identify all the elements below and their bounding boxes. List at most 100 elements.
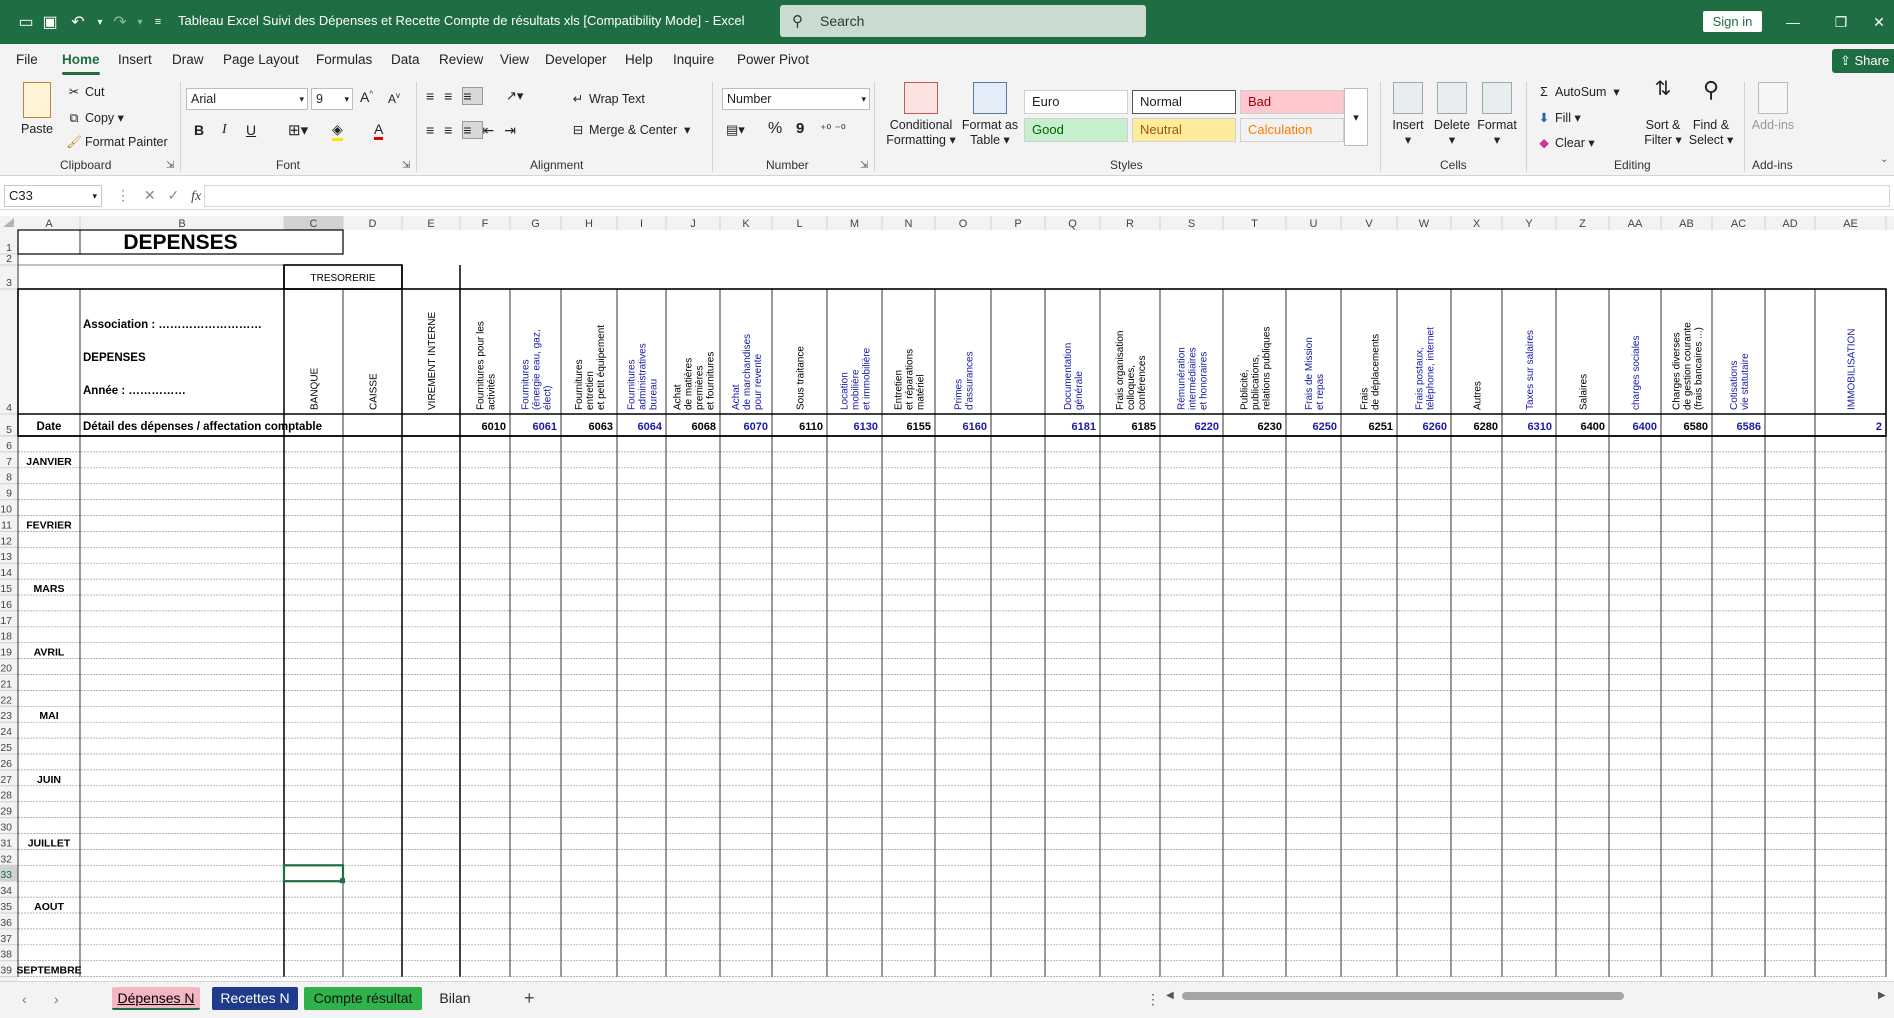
sign-in-button[interactable]: Sign in [1703,11,1762,32]
decimal-buttons-icon[interactable]: ⁺⁰ ⁻⁰ [820,122,846,136]
tab-scroll-splitter-icon[interactable]: ⋮ [1146,991,1160,1008]
cell-style-bad[interactable]: Bad [1240,90,1344,114]
add-ins-button[interactable]: Add-ins [1750,82,1796,133]
column-header-y: Y [1525,218,1533,230]
formula-input[interactable] [204,185,1890,207]
autosave-icon[interactable]: ▭ [14,10,38,34]
worksheet-grid[interactable]: A B C D E F G H I J K L M N O P Q R S T U V W X Y Z AA AB AC AD AE 1 2 3 4… [0,216,1894,981]
scroll-left-icon[interactable]: ◀ [1166,990,1174,1001]
tab-developer[interactable]: Developer [545,52,607,67]
format-cells-button[interactable]: Format ▾ [1476,82,1518,148]
search-box[interactable]: ⚲ Search [780,5,1146,37]
tab-insert[interactable]: Insert [118,52,152,67]
sort-filter-button[interactable]: ⇅ Sort & Filter ▾ [1640,79,1686,148]
tab-file[interactable]: File [16,52,38,67]
comma-button[interactable]: 9 [796,120,804,137]
grid-canvas[interactable]: A B C D E F G H I J K L M N O P Q R S T U V W X Y Z AA AB AC AD AE1234… [0,216,1894,981]
accounting-format-icon[interactable]: ▤▾ [726,122,745,138]
conditional-formatting-button[interactable]: Conditional Formatting ▾ [884,82,958,148]
font-color-icon[interactable]: A [374,121,384,140]
sheet-tab-compte-r-sultat[interactable]: Compte résultat [304,987,422,1010]
confirm-formula-icon[interactable]: ✓ [168,187,180,203]
category-header-s: intermédiaires [1188,347,1199,410]
customize-qat-icon[interactable]: ≡ [146,10,170,34]
fill-handle[interactable] [340,878,345,884]
tab-data[interactable]: Data [391,52,420,67]
font-launcher-icon[interactable]: ⇲ [402,160,410,171]
styles-more-icon[interactable]: ▾ [1344,88,1368,146]
fill-color-icon[interactable]: ◈ [332,121,343,141]
insert-cells-button[interactable]: Insert ▾ [1388,82,1428,148]
row-header-29: 29 [0,806,12,818]
column-header-m: M [850,218,859,230]
row-header-21: 21 [0,678,12,690]
save-icon[interactable]: ▣ [38,10,62,34]
delete-cells-button[interactable]: Delete ▾ [1432,82,1472,148]
minimize-icon[interactable]: — [1778,10,1808,34]
font-size-select[interactable]: 9 ▾ [311,88,353,110]
fill-button[interactable]: ⬇ Fill ▾ [1536,110,1581,125]
selected-cell[interactable] [282,864,345,883]
month-label-avril: AVRIL [34,647,65,659]
insert-function-icon[interactable]: fx [191,189,201,204]
wrap-text-label: Wrap Text [589,92,645,106]
italic-button[interactable]: I [222,122,227,138]
restore-icon[interactable]: ❐ [1826,10,1856,34]
clear-button[interactable]: ◆ Clear ▾ [1536,135,1594,150]
tresorerie-label: TRESORERIE [310,273,375,284]
cell-style-neutral[interactable]: Neutral [1132,118,1236,142]
tab-formulas[interactable]: Formulas [316,52,372,67]
horizontal-scrollbar-thumb[interactable] [1182,992,1624,1000]
autosum-button[interactable]: Σ AutoSum ▾ [1536,84,1620,99]
tab-view[interactable]: View [500,52,529,67]
tab-inquire[interactable]: Inquire [673,52,714,67]
font-name-select[interactable]: Arial ▾ [186,88,308,110]
cell-style-normal[interactable]: Normal [1132,90,1236,114]
tab-help[interactable]: Help [625,52,653,67]
format-as-table-button[interactable]: Format as Table ▾ [960,82,1020,148]
clipboard-launcher-icon[interactable]: ⇲ [166,160,174,171]
copy-button[interactable]: ⧉ Copy ▾ [66,110,124,126]
cut-button[interactable]: ✂ Cut [66,84,105,99]
collapse-ribbon-icon[interactable]: ⌄ [1880,154,1888,165]
new-sheet-button[interactable]: + [524,988,535,1009]
wrap-text-button[interactable]: ↵ Wrap Text [570,91,645,106]
paste-button[interactable]: Paste [18,82,56,137]
next-sheet-icon[interactable]: › [54,991,59,1007]
tab-page-layout[interactable]: Page Layout [223,52,299,67]
copy-icon: ⧉ [69,111,79,125]
cancel-formula-icon[interactable]: ✕ [144,187,156,203]
prev-sheet-icon[interactable]: ‹ [22,991,27,1007]
share-button[interactable]: ⇪ Share [1832,49,1894,73]
cell-style-calculation[interactable]: Calculation [1240,118,1344,142]
sheet-tab-d-penses-n[interactable]: Dépenses N [112,987,200,1010]
vertical-align-icons[interactable]: ≡≡≡ [426,87,483,105]
find-select-button[interactable]: ⚲ Find & Select ▾ [1688,79,1734,148]
alignment-launcher-icon[interactable]: ⇲ [860,160,868,171]
horizontal-align-icons[interactable]: ≡≡≡⇤⇥ [426,121,526,139]
tab-power-pivot[interactable]: Power Pivot [737,52,809,67]
bold-button[interactable]: B [194,122,204,138]
tab-draw[interactable]: Draw [172,52,204,67]
scroll-right-icon[interactable]: ▶ [1878,990,1886,1001]
number-format-select[interactable]: Number ▾ [722,88,870,110]
borders-icon[interactable]: ⊞▾ [288,121,308,139]
sheet-tab-recettes-n[interactable]: Recettes N [212,987,298,1010]
close-icon[interactable]: ✕ [1864,10,1894,34]
shrink-font-icon[interactable]: Av [388,91,400,106]
underline-button[interactable]: U [246,122,256,138]
tab-home[interactable]: Home [62,52,100,67]
cell-style-good[interactable]: Good [1024,118,1128,142]
tab-review[interactable]: Review [439,52,483,67]
cell-style-euro[interactable]: Euro [1024,90,1128,114]
percent-button[interactable]: % [768,120,782,138]
orientation-icon[interactable]: ↗▾ [506,88,523,104]
conditional-label-2: Formatting ▾ [886,133,956,147]
format-painter-button[interactable]: 🖌 Format Painter [66,135,168,150]
name-box[interactable]: C33 ▾ [4,185,102,207]
merge-center-button[interactable]: ⊟ Merge & Center ▾ [570,122,691,137]
undo-icon[interactable]: ↶ [66,10,90,34]
grow-font-icon[interactable]: A^ [360,89,373,105]
category-header-r: conférences [1137,356,1148,410]
sheet-tab-bilan[interactable]: Bilan [432,987,478,1010]
